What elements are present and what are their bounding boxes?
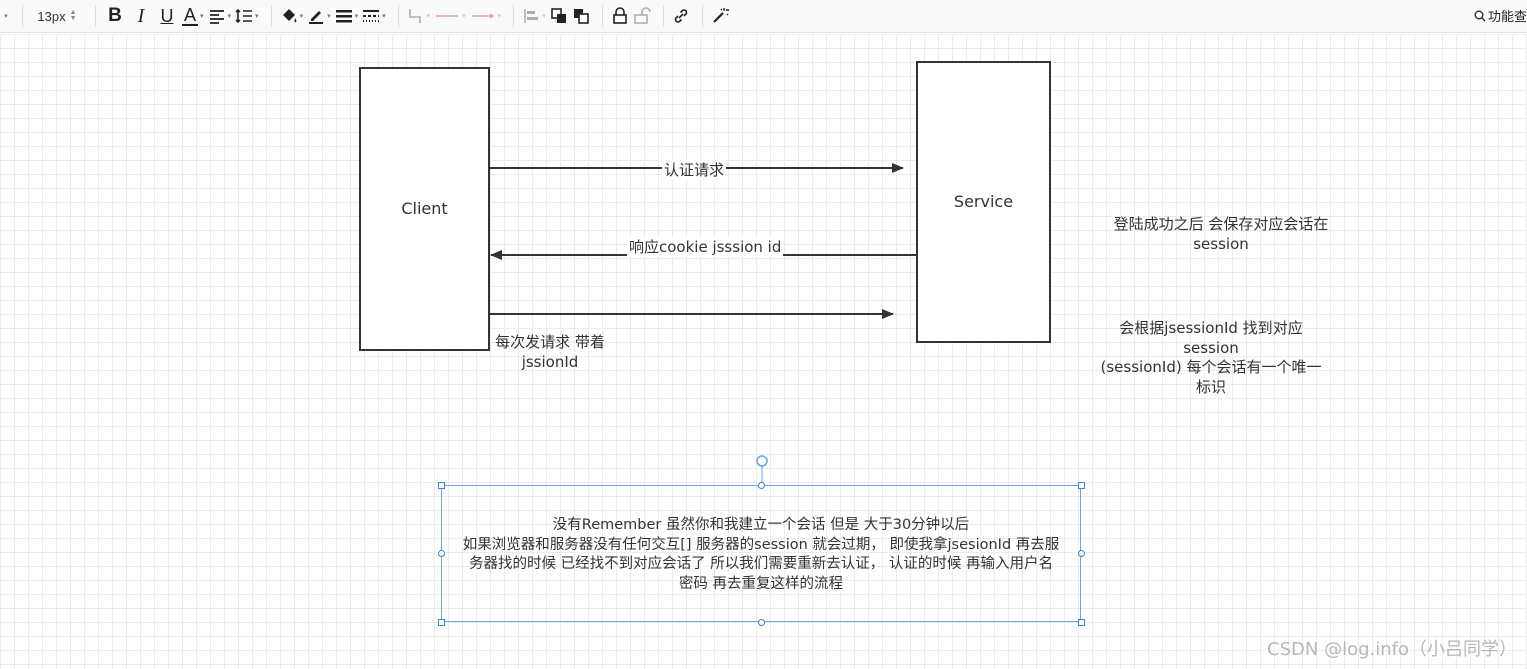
resize-handle-ne[interactable] — [1078, 482, 1085, 489]
font-size-value: 13px — [37, 8, 66, 24]
per-request-line-1: 每次发请求 带着 — [495, 333, 605, 351]
toolbar-divider — [270, 5, 272, 27]
toolbar-divider — [701, 5, 703, 27]
session-note-line-2: session — [1183, 338, 1239, 357]
line-color-button[interactable]: ▾ — [307, 3, 331, 29]
line-spacing-icon — [235, 8, 253, 24]
line-end-button[interactable]: ▾ — [470, 3, 501, 29]
toolbar-divider — [397, 5, 399, 27]
bring-to-front-button[interactable] — [550, 3, 568, 29]
auth-request-label: 认证请求 — [662, 160, 727, 180]
resize-handle-n[interactable] — [758, 482, 765, 489]
session-lookup-note: 会根据jsessionId 找到对应 session (sessionId) 每… — [1086, 319, 1336, 397]
align-button[interactable]: ▾ — [208, 3, 231, 29]
line-width-icon — [335, 10, 352, 23]
line-width-button[interactable]: ▾ — [335, 3, 358, 29]
pen-icon — [309, 11, 324, 24]
function-search[interactable]: 功能查 — [1474, 6, 1527, 25]
watermark: CSDN @log.info（小吕同学） — [1267, 639, 1517, 660]
font-color-button[interactable]: A ▾ — [182, 3, 204, 29]
resize-handle-se[interactable] — [1078, 619, 1085, 626]
fill-color-button[interactable]: ▾ — [280, 3, 303, 29]
resize-handle-s[interactable] — [758, 619, 765, 626]
format-painter-button[interactable] — [711, 3, 729, 29]
login-note-line-2: session — [1193, 235, 1249, 253]
line-start-icon — [436, 15, 459, 17]
toolbar-divider — [95, 5, 96, 27]
line-spacing-button[interactable]: ▾ — [235, 3, 259, 29]
resize-handle-sw[interactable] — [438, 619, 445, 626]
lock-button[interactable] — [611, 3, 629, 29]
magic-wand-icon — [712, 8, 729, 23]
line-style-button[interactable]: ▾ — [362, 3, 386, 29]
italic-button[interactable]: I — [130, 3, 152, 29]
login-note-line-1: 登陆成功之后 会保存对应会话在 — [1113, 215, 1329, 233]
line-start-button[interactable]: ▾ — [434, 3, 466, 29]
toolbar-divider — [601, 5, 603, 27]
arrow-end-icon — [471, 13, 494, 19]
font-size-spinner-icon[interactable]: ▲ ▼ — [70, 9, 77, 22]
selected-text-content: 没有Remember 虽然你和我建立一个会话 但是 大于30分钟以后 如果浏览器… — [441, 516, 1081, 594]
response-cookie-label: 响应cookie jsssion id — [627, 237, 784, 257]
toolbar-divider — [662, 5, 664, 27]
send-back-icon — [573, 9, 589, 24]
selected-text-line-3: 务器找的时候 已经找不到对应会话了 所以我们需要重新去认证， 认证的时候 再输入… — [469, 556, 1053, 572]
font-size-input[interactable]: 13px ▲ ▼ — [31, 3, 83, 29]
rotate-icon[interactable] — [756, 455, 768, 467]
dashed-line-icon — [363, 10, 380, 22]
arrange-button[interactable]: ▾ — [522, 3, 546, 29]
unlock-icon — [633, 7, 651, 24]
format-toolbar: ▾ 13px ▲▼ B I U A▾ ▾ ▾ ▾ ▾ ▾ ▾ ▾ ▾ ▾ ▾ — [0, 0, 1527, 33]
login-note: 登陆成功之后 会保存对应会话在 session — [1096, 214, 1346, 254]
align-objects-icon — [524, 9, 539, 23]
per-request-label: 每次发请求 带着 jssionId — [485, 332, 615, 372]
toolbar-divider — [513, 5, 515, 27]
bold-button[interactable]: B — [104, 3, 126, 29]
selected-text-line-1: 没有Remember 虽然你和我建立一个会话 但是 大于30分钟以后 — [552, 517, 970, 533]
per-request-line-2: jssionId — [521, 353, 579, 371]
connector-type-button[interactable]: ▾ — [407, 3, 430, 29]
bring-front-icon — [550, 8, 566, 23]
underline-button[interactable]: U — [156, 3, 178, 29]
unlock-button[interactable] — [633, 3, 651, 29]
selected-text-line-2: 如果浏览器和服务器没有任何交互[] 服务器的session 就会过期， 即使我拿… — [462, 536, 1060, 553]
resize-handle-nw[interactable] — [438, 482, 445, 489]
link-icon — [674, 9, 687, 23]
toolbar-left-caret[interactable]: ▾ — [0, 3, 10, 29]
insert-link-button[interactable] — [672, 3, 690, 29]
search-icon — [1474, 10, 1486, 21]
session-note-line-1: 会根据jsessionId 找到对应 — [1119, 319, 1303, 337]
elbow-connector-icon — [408, 9, 421, 23]
lock-icon — [612, 7, 627, 24]
session-note-line-3: (sessionId) 每个会话有一个唯一 — [1100, 358, 1322, 376]
send-to-back-button[interactable] — [572, 3, 590, 29]
paint-bucket-icon — [282, 9, 296, 23]
font-color-icon: A — [182, 5, 199, 26]
align-left-icon — [209, 10, 224, 24]
toolbar-divider — [22, 5, 23, 27]
selected-text-line-4: 密码 再去重复这样的流程 — [678, 575, 844, 592]
search-label: 功能查 — [1487, 9, 1527, 24]
diagram-canvas[interactable]: Client Service 认证请求 响应cookie jsssion id … — [0, 34, 1527, 669]
session-note-line-4: 标识 — [1195, 377, 1226, 396]
